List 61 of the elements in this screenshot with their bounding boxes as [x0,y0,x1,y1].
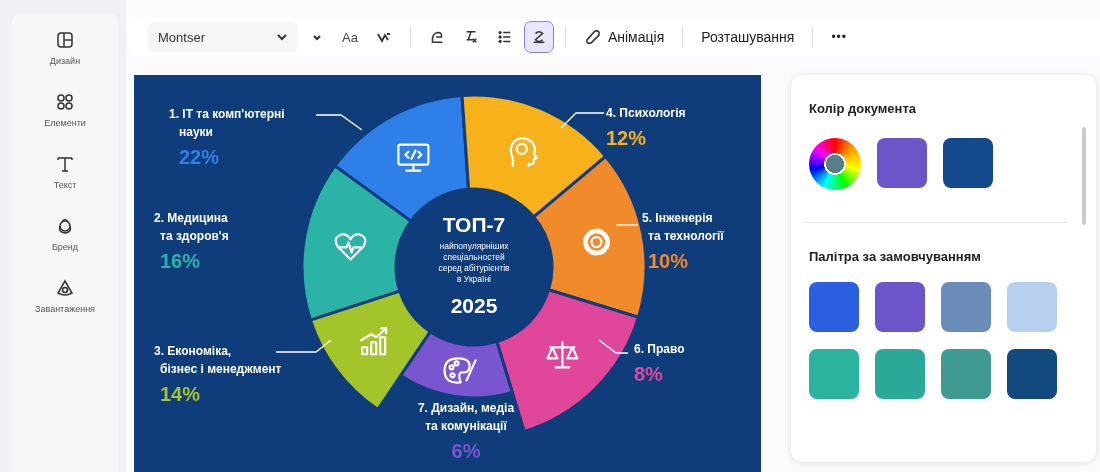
animation-button[interactable]: Анімація [577,22,671,52]
shapes-icon [55,92,75,112]
color-swatch[interactable] [875,282,925,332]
infographic-subtitle: найпопулярніших спеціальностей серед абітурієнтів в Україні [438,241,510,284]
heart-icon [334,233,367,261]
chevron-down-icon [276,31,288,43]
category-label: 5. Інженерія та технології [642,211,724,243]
percent-label: 8% [634,363,663,385]
position-button[interactable]: Розташування [695,22,801,52]
color-swatch[interactable] [877,138,927,188]
percent-label: 14% [160,383,201,405]
shape-icon [583,28,602,46]
category-label: 2. Медицина та здоров'я [154,211,229,243]
color-swatch[interactable] [809,349,859,399]
percent-label: 16% [160,250,201,272]
sidebar-item[interactable]: Текст [53,154,77,190]
color-swatch[interactable] [943,138,993,188]
color-swatch[interactable] [941,282,991,332]
sidebar-item[interactable]: Бренд [51,216,79,252]
head-icon [509,137,538,168]
color-swatch[interactable] [941,349,991,399]
category-label: 1. IT та комп'ютерні науки [169,107,285,139]
leader-line [560,112,605,129]
year-label: 2025 [450,294,498,317]
color-swatch[interactable] [875,349,925,399]
category-label: 3. Економіка, бізнес і менеджмент [154,344,282,376]
sidebar-item[interactable]: Завантаження [35,278,95,314]
section-title: Палітра за замовчуванням [809,249,982,264]
tool-button[interactable] [524,22,553,52]
category-label: 7. Дизайн, медіа та комунікації [417,401,515,433]
font-dropdown[interactable]: Montser [148,22,298,52]
more-button[interactable]: ••• [825,22,853,52]
sidebar-item[interactable]: Дизайн [49,30,81,66]
category-label: 4. Психологія [606,106,686,120]
text-icon [55,154,75,174]
percent-label: 12% [606,127,647,149]
color-swatch[interactable] [1007,349,1057,399]
layout-icon [55,30,75,50]
case-button[interactable]: Aa [336,28,364,46]
list-icon [496,28,513,46]
section-title: Колір документа [809,101,918,116]
gear-icon [583,228,610,256]
percent-label: 6% [451,440,481,462]
palette-icon [443,357,477,384]
sidebar-item[interactable]: Елементи [44,92,86,128]
percent-label: 10% [648,250,689,272]
leader-line [315,114,363,131]
color-swatch[interactable] [1007,282,1057,332]
color-wheel-button[interactable] [809,138,861,190]
scales-icon [546,341,579,369]
leader-line [598,339,629,354]
category-label: 6. Право [634,342,685,356]
monitor-icon [397,143,430,172]
color-swatch[interactable] [809,282,859,332]
bar-chart-icon [360,327,388,356]
infographic-title: ТОП-7 [442,213,506,236]
percent-label: 22% [179,146,220,168]
squiggle-icon [375,30,392,44]
leader-line [615,224,639,226]
scrollbar[interactable] [1082,127,1086,225]
leader-line [275,339,332,353]
